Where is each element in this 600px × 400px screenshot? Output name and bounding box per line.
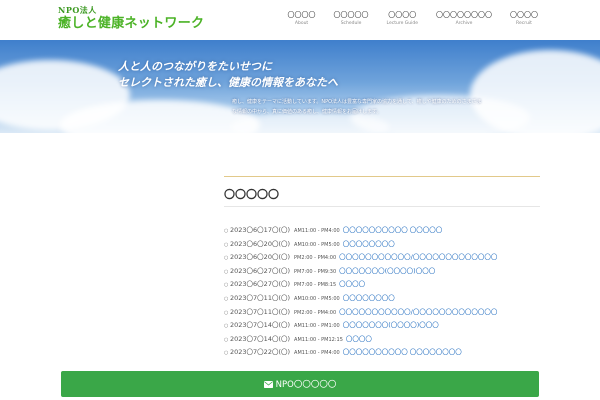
cloud-decoration [470, 50, 600, 133]
event-link[interactable]: 〇〇〇〇〇〇〇(〇〇〇〇)〇〇〇 [339, 265, 435, 275]
nav-item-label: 〇〇〇〇 [388, 11, 417, 19]
event-item: ○ 2023〇6〇27〇(〇) PM7:00 - PM9:30 〇〇〇〇〇〇〇(… [224, 265, 554, 279]
event-time: AM11:00 - PM1:00 [294, 323, 340, 330]
event-time: AM11:00 - PM4:00 [294, 350, 340, 357]
event-date: 2023〇6〇27〇(〇) [230, 280, 291, 289]
event-link[interactable]: 〇〇〇〇 [346, 333, 372, 343]
event-item: ○ 2023〇7〇11〇(〇) PM2:00 - PM4:00 〇〇〇〇〇〇〇〇… [224, 306, 554, 320]
event-date: 2023〇7〇14〇(〇) [230, 334, 291, 343]
event-item: ○ 2023〇6〇27〇(〇) PM7:00 - PM8:15 〇〇〇〇 [224, 278, 554, 292]
event-time: AM11:00 - PM4:00 [294, 228, 340, 234]
nav-item-label: 〇〇〇〇〇 [333, 11, 369, 19]
event-list: ○ 2023〇6〇17〇(〇) AM11:00 - PM4:00 〇〇〇〇〇〇〇… [224, 224, 554, 360]
event-date: 2023〇6〇27〇(〇) [230, 266, 291, 275]
hero-banner: 人と人のつながりをたいせつに セレクトされた癒し、健康の情報をあなたへ 癒し、健… [0, 40, 600, 133]
logo-subtitle: NPO法人 [58, 5, 97, 15]
event-date: 2023〇6〇17〇(〇) [230, 226, 291, 234]
event-item: ○ 2023〇7〇11〇(〇) AM10:00 - PM5:00 〇〇〇〇〇〇〇… [224, 292, 554, 306]
nav-item-archive[interactable]: 〇〇〇〇〇〇〇〇 Archive [436, 11, 492, 27]
nav-item-label: 〇〇〇〇 [510, 11, 538, 19]
hero-description: 癒し、健康をテーマに活動しています。NPO法人は豊富な専門家の協力を通して、癒し… [232, 99, 482, 115]
event-link[interactable]: 〇〇〇〇〇〇〇(〇〇〇〇)〇〇〇 [343, 319, 439, 329]
nav-item-sublabel: About [294, 21, 309, 26]
event-date: 2023〇6〇20〇(〇) [230, 239, 291, 248]
nav-item-schedule[interactable]: 〇〇〇〇〇 Schedule [334, 11, 369, 27]
site-logo[interactable]: NPO法人 癒しと健康ネットワーク [58, 6, 204, 32]
event-date: 2023〇7〇14〇(〇) [230, 321, 291, 330]
nav-item-about[interactable]: 〇〇〇〇 About [288, 11, 316, 27]
hero-headline-2: セレクトされた癒し、健康の情報をあなたへ [118, 76, 338, 89]
event-item: ○ 2023〇6〇20〇(〇) AM10:00 - PM5:00 〇〇〇〇〇〇〇… [224, 238, 554, 252]
nav-item-sublabel: Archive [455, 21, 473, 26]
event-link[interactable]: 〇〇〇〇〇〇〇〇 [343, 238, 395, 248]
event-item: ○ 2023〇6〇20〇(〇) PM2:00 - PM4:00 〇〇〇〇〇〇〇〇… [224, 251, 554, 265]
logo-title: 癒しと健康ネットワーク [58, 16, 205, 31]
event-item: ○ 2023〇7〇14〇(〇) AM11:00 - PM1:00 〇〇〇〇〇〇〇… [224, 319, 554, 333]
event-date: 2023〇7〇22〇(〇) [230, 348, 291, 357]
event-time: PM2:00 - PM4:00 [294, 309, 337, 316]
main-nav: 〇〇〇〇 About 〇〇〇〇〇 Schedule 〇〇〇〇 Lecture G… [270, 11, 538, 27]
event-time: PM7:00 - PM9:30 [294, 268, 337, 275]
npo-contact-button[interactable]: NPO〇〇〇〇〇 [61, 371, 539, 397]
event-link[interactable]: 〇〇〇〇〇〇〇〇〇〇 〇〇〇〇〇〇〇〇 [343, 346, 462, 356]
event-link[interactable]: 〇〇〇〇〇〇〇〇 [343, 292, 395, 302]
nav-item-sublabel: Lecture Guide [386, 21, 418, 26]
nav-item-sublabel: Schedule [340, 21, 362, 26]
nav-item-label: 〇〇〇〇〇〇〇〇 [436, 11, 492, 19]
event-time: AM10:00 - PM5:00 [294, 295, 340, 302]
event-time: AM11:00 - PM12:15 [294, 336, 343, 343]
event-time: AM10:00 - PM5:00 [294, 241, 340, 248]
event-date: 2023〇6〇20〇(〇) [230, 253, 291, 262]
event-date: 2023〇7〇11〇(〇) [230, 307, 291, 316]
event-date: 2023〇7〇11〇(〇) [230, 293, 291, 302]
nav-item-lecture-guide[interactable]: 〇〇〇〇 Lecture Guide [387, 11, 418, 27]
envelope-icon [263, 380, 273, 388]
hero-headline-1: 人と人のつながりをたいせつに [118, 60, 272, 73]
section-title: 〇〇〇〇〇 [224, 188, 279, 201]
event-item: ○ 2023〇7〇14〇(〇) AM11:00 - PM12:15 〇〇〇〇 [224, 333, 554, 347]
npo-contact-button-label: NPO〇〇〇〇〇 [275, 380, 337, 390]
event-link[interactable]: 〇〇〇〇〇〇〇〇〇〇〇/〇〇〇〇〇〇〇〇〇〇〇〇〇 [339, 306, 497, 316]
nav-item-sublabel: Recruit [516, 21, 532, 26]
section-title-underline [224, 206, 540, 207]
site-header: NPO法人 癒しと健康ネットワーク 〇〇〇〇 About 〇〇〇〇〇 Sched… [0, 0, 600, 40]
event-item: ○ 2023〇7〇22〇(〇) AM11:00 - PM4:00 〇〇〇〇〇〇〇… [224, 346, 554, 360]
section-divider [224, 176, 540, 177]
event-item: ○ 2023〇6〇17〇(〇) AM11:00 - PM4:00 〇〇〇〇〇〇〇… [224, 224, 554, 238]
nav-item-recruit[interactable]: 〇〇〇〇 Recruit [510, 11, 538, 27]
event-link[interactable]: 〇〇〇〇〇〇〇〇〇〇〇/〇〇〇〇〇〇〇〇〇〇〇〇〇 [339, 251, 497, 261]
event-link[interactable]: 〇〇〇〇 [339, 278, 365, 288]
event-time: PM7:00 - PM8:15 [294, 282, 337, 289]
nav-item-label: 〇〇〇〇 [287, 11, 316, 19]
event-time: PM2:00 - PM4:00 [294, 255, 337, 262]
event-link[interactable]: 〇〇〇〇〇〇〇〇〇〇 〇〇〇〇〇 [343, 224, 443, 234]
